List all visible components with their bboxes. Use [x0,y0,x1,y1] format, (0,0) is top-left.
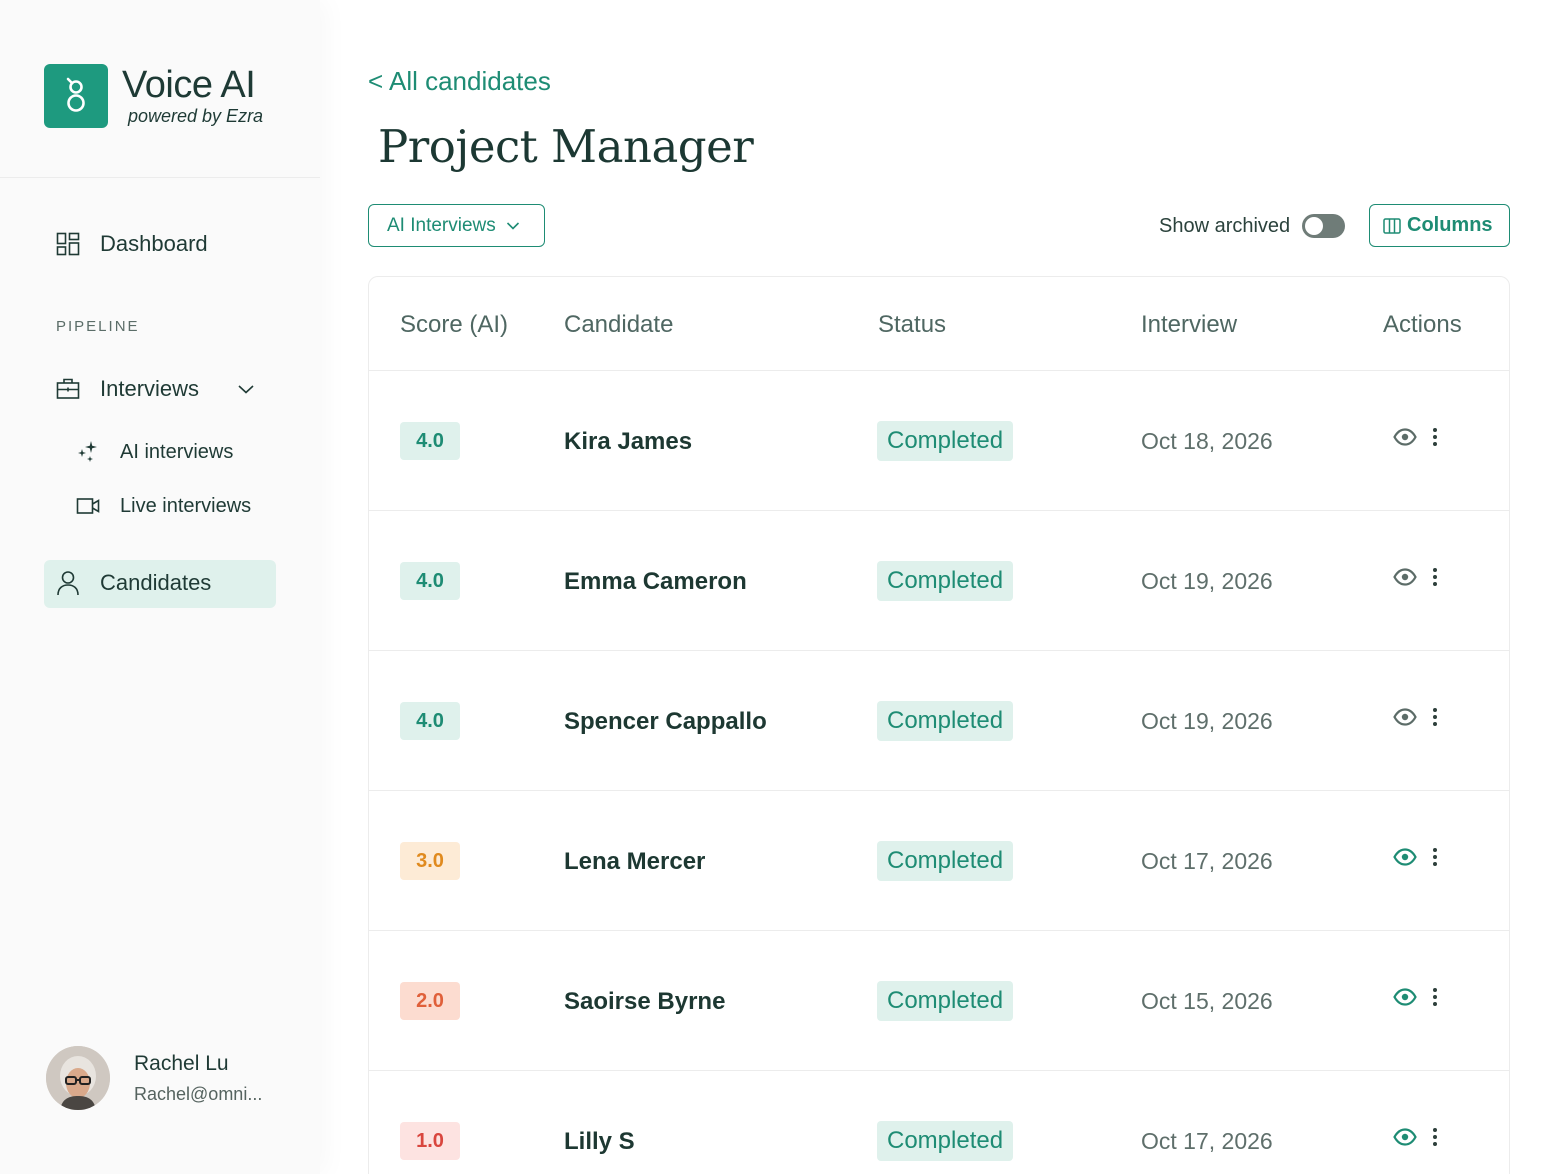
more-options-icon[interactable] [1431,427,1439,447]
columns-button-label: Columns [1407,214,1493,236]
interview-date: Oct 19, 2026 [1141,568,1273,594]
score-badge: 2.0 [400,982,460,1020]
score-badge: 3.0 [400,842,460,880]
view-eye-icon[interactable] [1393,1128,1417,1146]
pipeline-section-label: PIPELINE [56,318,140,335]
score-badge: 4.0 [400,702,460,740]
view-eye-icon[interactable] [1393,988,1417,1006]
status-badge: Completed [877,561,1014,601]
interview-date: Oct 17, 2026 [1141,848,1273,874]
sidebar-divider [0,177,320,178]
status-badge: Completed [877,1121,1014,1161]
interview-date: Oct 19, 2026 [1141,708,1273,734]
table-row[interactable]: 4.0 Emma Cameron Completed Oct 19, 2026 [369,511,1509,651]
table-row[interactable]: 4.0 Kira James Completed Oct 18, 2026 [369,371,1509,511]
table-row[interactable]: 2.0 Saoirse Byrne Completed Oct 15, 2026 [369,931,1509,1071]
chevron-down-icon[interactable] [237,383,255,395]
sidebar-item-label: Dashboard [100,231,208,256]
status-badge: Completed [877,701,1014,741]
more-options-icon[interactable] [1431,567,1439,587]
sidebar-item-dashboard[interactable]: Dashboard [56,231,208,257]
candidate-name[interactable]: Saoirse Byrne [564,988,725,1016]
sidebar-item-live-interviews[interactable]: Live interviews [76,494,251,518]
sidebar-item-ai-interviews[interactable]: AI interviews [76,440,233,464]
more-options-icon[interactable] [1431,987,1439,1007]
more-options-icon[interactable] [1431,847,1439,867]
status-badge: Completed [877,981,1014,1021]
avatar [46,1046,110,1110]
user-profile[interactable]: Rachel Lu Rachel@omni... [46,1046,262,1110]
show-archived-label: Show archived [1159,214,1291,237]
user-name: Rachel Lu [134,1051,229,1075]
brand-logo-icon [44,64,108,128]
status-badge: Completed [877,841,1014,881]
page-title: Project Manager [378,120,754,173]
column-header-score[interactable]: Score (AI) [400,311,508,339]
interview-type-dropdown[interactable]: AI Interviews [368,204,545,247]
score-badge: 4.0 [400,562,460,600]
interview-date: Oct 17, 2026 [1141,1128,1273,1154]
score-badge: 4.0 [400,422,460,460]
sidebar-item-label: Live interviews [120,494,252,517]
table-row[interactable]: 4.0 Spencer Cappallo Completed Oct 19, 2026 [369,651,1509,791]
dashboard-icon [56,232,80,256]
sidebar-item-label: Interviews [100,376,200,401]
sidebar-item-interviews[interactable]: Interviews [56,376,255,402]
sidebar-item-candidates[interactable]: Candidates [56,570,211,596]
candidate-name[interactable]: Kira James [564,428,692,456]
show-archived-control: Show archived [1159,214,1346,238]
column-header-interview[interactable]: Interview [1141,311,1237,339]
view-eye-icon[interactable] [1393,428,1417,446]
view-eye-icon[interactable] [1393,568,1417,586]
score-badge: 1.0 [400,1122,460,1160]
candidate-name[interactable]: Emma Cameron [564,568,747,596]
interview-date: Oct 15, 2026 [1141,988,1273,1014]
candidate-name[interactable]: Spencer Cappallo [564,708,767,736]
dropdown-value: AI Interviews [387,214,496,236]
sidebar-item-label: Candidates [100,570,212,595]
status-badge: Completed [877,421,1014,461]
candidates-table: Score (AI) Candidate Status Interview Ac… [368,276,1510,1174]
user-email: Rachel@omni... [134,1083,263,1104]
columns-icon [1383,217,1401,235]
columns-button[interactable]: Columns [1369,204,1510,247]
column-header-candidate[interactable]: Candidate [564,311,673,339]
toggle-knob [1305,217,1324,235]
sidebar-item-label: AI interviews [120,440,234,463]
column-header-status[interactable]: Status [878,311,946,339]
sidebar: Voice AI powered by Ezra Dashboard PIPEL… [0,0,320,1174]
interview-date: Oct 18, 2026 [1141,428,1273,454]
candidate-name[interactable]: Lena Mercer [564,848,705,876]
video-camera-icon [76,494,100,518]
table-header: Score (AI) Candidate Status Interview Ac… [369,277,1509,371]
more-options-icon[interactable] [1431,1127,1439,1147]
back-to-all-candidates-link[interactable]: < All candidates [368,66,551,97]
view-eye-icon[interactable] [1393,848,1417,866]
briefcase-icon [56,377,80,401]
brand-subtitle: powered by Ezra [128,106,264,126]
brand[interactable]: Voice AI powered by Ezra [44,64,263,128]
candidate-name[interactable]: Lilly S [564,1128,635,1156]
sparkles-icon [76,440,100,464]
show-archived-toggle[interactable] [1302,214,1346,238]
more-options-icon[interactable] [1431,707,1439,727]
brand-title: Voice AI [122,64,256,106]
table-row[interactable]: 3.0 Lena Mercer Completed Oct 17, 2026 [369,791,1509,931]
chevron-down-icon [506,221,520,231]
column-header-actions: Actions [1383,311,1462,338]
table-row[interactable]: 1.0 Lilly S Completed Oct 17, 2026 [369,1071,1509,1174]
user-icon [56,571,80,596]
view-eye-icon[interactable] [1393,708,1417,726]
